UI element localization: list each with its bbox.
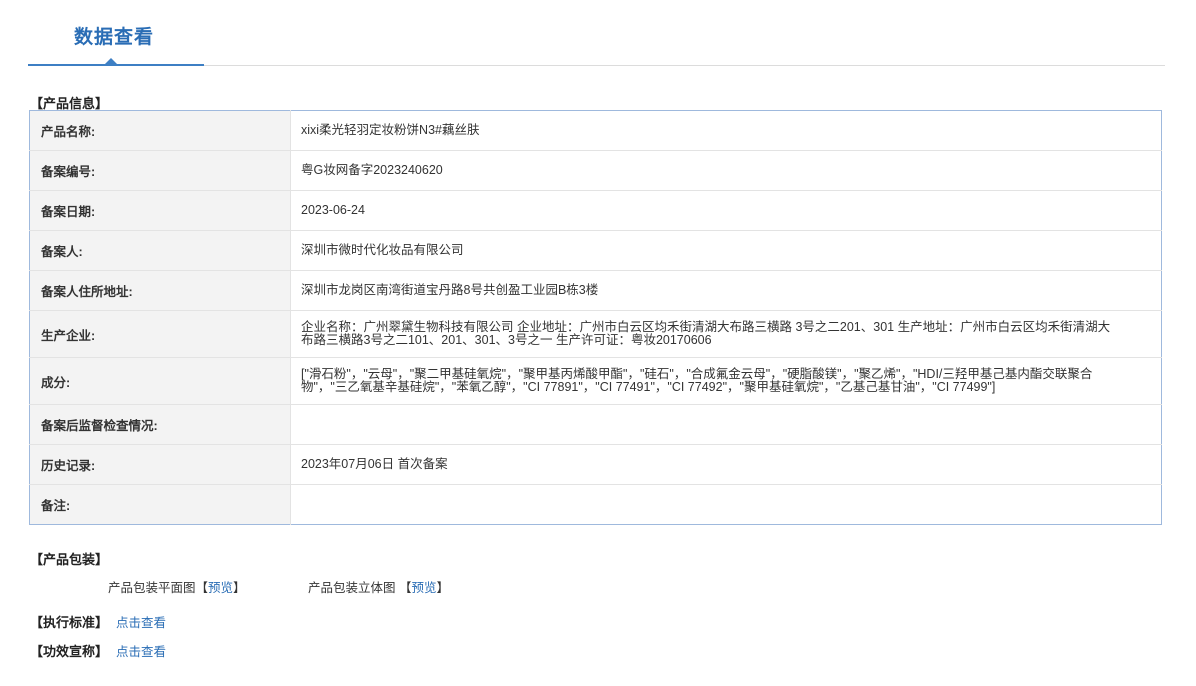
package-stereo-label: 产品包装立体图: [308, 581, 396, 595]
row-key: 产品名称:: [29, 110, 291, 151]
row-value: 深圳市龙岗区南湾街道宝丹路8号共创盈工业园B栋3楼: [290, 270, 1162, 311]
row-key: 备案人:: [29, 230, 291, 271]
table-row: 成分: ["滑石粉"，"云母"，"聚二甲基硅氧烷"，"聚甲基丙烯酸甲酯"，"硅石…: [29, 357, 1162, 405]
table-row: 产品名称: xixi柔光轻羽定妆粉饼N3#藕丝肤: [29, 110, 1162, 151]
row-key: 备案人住所地址:: [29, 270, 291, 311]
packaging-section-label: 【产品包装】: [30, 552, 109, 567]
package-flat-label: 产品包装平面图: [108, 581, 196, 595]
row-key: 生产企业:: [29, 310, 291, 358]
table-row: 生产企业: 企业名称：广州翠黛生物科技有限公司 企业地址：广州市白云区均禾街清湖…: [29, 310, 1162, 358]
table-row: 备案编号: 粤G妆网备字2023240620: [29, 150, 1162, 191]
row-value: 2023年07月06日 首次备案: [290, 444, 1162, 485]
row-key: 备案日期:: [29, 190, 291, 231]
row-value: 深圳市微时代化妆品有限公司: [290, 230, 1162, 271]
standard-row: 【执行标准】 点击查看: [30, 612, 166, 631]
page-header: 数据查看: [28, 0, 1165, 66]
row-key: 备案后监督检查情况:: [29, 404, 291, 445]
standard-view-link[interactable]: 点击查看: [116, 616, 166, 630]
active-tab-underline: [28, 64, 204, 66]
standard-label: 【执行标准】: [30, 615, 109, 630]
package-flat-preview-link[interactable]: 预览: [208, 581, 233, 595]
row-key: 备案编号:: [29, 150, 291, 191]
row-value: 粤G妆网备字2023240620: [290, 150, 1162, 191]
bracket-open: 【: [399, 581, 412, 595]
table-row: 历史记录: 2023年07月06日 首次备案: [29, 444, 1162, 485]
row-key: 备注:: [29, 484, 291, 525]
table-row: 备案后监督检查情况:: [29, 404, 1162, 445]
efficacy-label: 【功效宣称】: [30, 644, 109, 659]
package-stereo-item: 产品包装立体图 【预览】: [308, 577, 449, 596]
product-info-table: 产品名称: xixi柔光轻羽定妆粉饼N3#藕丝肤 备案编号: 粤G妆网备字202…: [29, 110, 1162, 525]
table-row: 备案人住所地址: 深圳市龙岗区南湾街道宝丹路8号共创盈工业园B栋3楼: [29, 270, 1162, 311]
bracket-close: 】: [436, 581, 450, 595]
row-key: 历史记录:: [29, 444, 291, 485]
table-row: 备案人: 深圳市微时代化妆品有限公司: [29, 230, 1162, 271]
package-flat-item: 产品包装平面图【预览】: [108, 577, 246, 596]
row-value: [290, 404, 1162, 445]
row-key: 成分:: [29, 357, 291, 405]
row-value: 2023-06-24: [290, 190, 1162, 231]
row-value: xixi柔光轻羽定妆粉饼N3#藕丝肤: [290, 110, 1162, 151]
package-stereo-preview-link[interactable]: 预览: [412, 581, 437, 595]
row-value: ["滑石粉"，"云母"，"聚二甲基硅氧烷"，"聚甲基丙烯酸甲酯"，"硅石"，"合…: [290, 357, 1162, 405]
bracket-close: 】: [233, 581, 246, 595]
row-value: [291, 485, 1162, 525]
header-divider: [204, 65, 1165, 66]
table-row: 备注:: [29, 484, 1162, 525]
page-title: 数据查看: [74, 27, 155, 48]
bracket-open: 【: [195, 581, 209, 595]
efficacy-view-link[interactable]: 点击查看: [116, 645, 166, 659]
row-value: 企业名称：广州翠黛生物科技有限公司 企业地址：广州市白云区均禾街清湖大布路三横路…: [290, 310, 1162, 358]
efficacy-row: 【功效宣称】 点击查看: [30, 641, 166, 660]
table-row: 备案日期: 2023-06-24: [29, 190, 1162, 231]
